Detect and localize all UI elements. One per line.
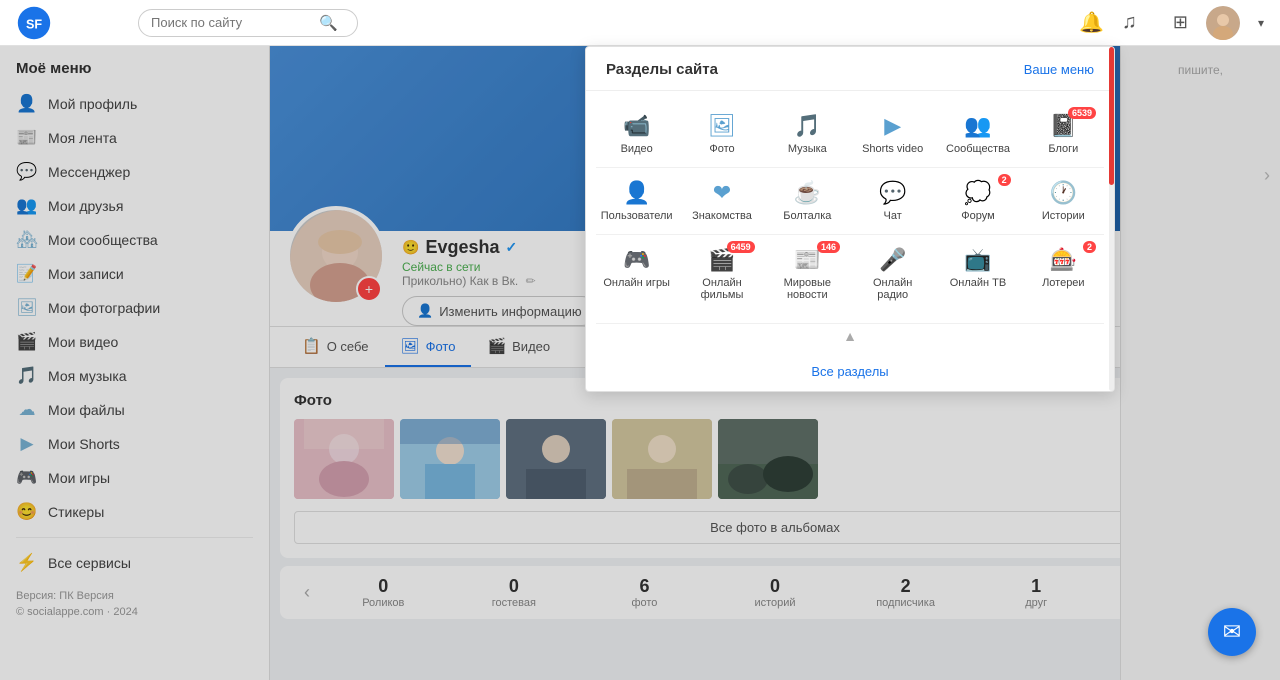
dropdown-icon-10: 💭: [964, 180, 991, 206]
dropdown-collapse-icon[interactable]: ▲: [843, 328, 857, 344]
chat-fab-button[interactable]: ✉: [1208, 608, 1256, 656]
logo: SF: [16, 5, 126, 41]
dropdown-row-divider-2: [596, 234, 1104, 235]
music-icon[interactable]: ♫: [1122, 11, 1137, 34]
dropdown-label-16: Онлайн ТВ: [950, 277, 1007, 289]
badge-10: 2: [998, 174, 1011, 186]
dropdown-label-15: Онлайн радио: [856, 277, 929, 301]
my-menu-link[interactable]: Ваше меню: [1024, 62, 1094, 77]
dropdown-label-13: Онлайн фильмы: [685, 277, 758, 301]
search-input[interactable]: [151, 15, 311, 30]
dropdown-item-музыка[interactable]: 🎵 Музыка: [767, 105, 848, 163]
dropdown-item-фото[interactable]: 🖼 Фото: [681, 105, 762, 163]
dropdown-item-знакомства[interactable]: ❤ Знакомства: [681, 172, 762, 230]
dropdown-icon-7: ❤: [713, 180, 731, 206]
dropdown-item-shorts-video[interactable]: ▶ Shorts video: [852, 105, 933, 163]
dropdown-icon-4: 👥: [964, 113, 991, 139]
badge-17: 2: [1083, 241, 1096, 253]
dropdown-icon-17: 🎰: [1050, 247, 1077, 273]
dropdown-label-5: Блоги: [1048, 143, 1078, 155]
dropdown-icon-0: 📹: [623, 113, 650, 139]
dropdown-icon-16: 📺: [964, 247, 991, 273]
header: SF 🔍 🔔 ♫ ⊞ ▾: [0, 0, 1280, 46]
dropdown-label-1: Фото: [709, 143, 734, 155]
search-bar[interactable]: 🔍: [138, 9, 358, 37]
dropdown-label-6: Пользователи: [601, 210, 673, 222]
dropdown-item-онлайн-игры[interactable]: 🎮 Онлайн игры: [596, 239, 677, 309]
dropdown-item-болталка[interactable]: ☕ Болталка: [767, 172, 848, 230]
dropdown-icon-1: 🖼: [708, 113, 736, 139]
dropdown-label-4: Сообщества: [946, 143, 1010, 155]
dropdown-label-12: Онлайн игры: [603, 277, 670, 289]
dropdown-item-онлайн-фильмы[interactable]: 6459🎬Онлайн фильмы: [681, 239, 762, 309]
dropdown-item-видео[interactable]: 📹 Видео: [596, 105, 677, 163]
dropdown-scrollbar-thumb: [1109, 47, 1114, 185]
dropdown-label-8: Болталка: [783, 210, 831, 222]
dropdown-icon-9: 💬: [879, 180, 906, 206]
badge-5: 6539: [1068, 107, 1096, 119]
dropdown-icon-3: ▶: [884, 113, 901, 139]
dropdown-item-форум[interactable]: 2 💭 Форум: [937, 172, 1018, 230]
dropdown-item-чат[interactable]: 💬 Чат: [852, 172, 933, 230]
dropdown-menu: Разделы сайта Ваше меню 📹 Видео 🖼 Фото 🎵 Музы…: [585, 46, 1115, 392]
dropdown-item-пользователи[interactable]: 👤 Пользователи: [596, 172, 677, 230]
dropdown-item-онлайн-тв[interactable]: 📺 Онлайн ТВ: [937, 239, 1018, 309]
dropdown-icon-12: 🎮: [623, 247, 650, 273]
dropdown-label-2: Музыка: [788, 143, 827, 155]
dropdown-label-0: Видео: [621, 143, 653, 155]
dropdown-label-7: Знакомства: [692, 210, 752, 222]
dropdown-icon-15: 🎤: [879, 247, 906, 273]
dropdown-grid: 📹 Видео 🖼 Фото 🎵 Музыка ▶ Shorts video 👥 Сообщест…: [586, 91, 1114, 323]
dropdown-label-3: Shorts video: [862, 143, 923, 155]
dropdown-label-11: Истории: [1042, 210, 1085, 222]
dropdown-label-14: Мировые новости: [771, 277, 844, 301]
avatar[interactable]: [1206, 6, 1240, 40]
dropdown-item-сообщества[interactable]: 👥 Сообщества: [937, 105, 1018, 163]
dropdown-label-10: Форум: [961, 210, 994, 222]
all-sections-link[interactable]: Все разделы: [586, 352, 1114, 391]
dropdown-icon-14: 📰: [794, 247, 821, 273]
dropdown-icon-8: ☕: [794, 180, 821, 206]
dropdown-icon-11: 🕐: [1050, 180, 1077, 206]
search-icon: 🔍: [319, 14, 338, 32]
dropdown-item-истории[interactable]: 🕐 Истории: [1023, 172, 1104, 230]
svg-text:SF: SF: [26, 17, 42, 31]
dropdown-icon-6: 👤: [623, 180, 650, 206]
dropdown-row-divider-1: [596, 167, 1104, 168]
grid-icon[interactable]: ⊞: [1173, 12, 1188, 33]
dropdown-item-мировые-новости[interactable]: 146📰 Мировые новости: [767, 239, 848, 309]
dropdown-scrollbar[interactable]: [1109, 47, 1114, 391]
logo-icon: SF: [16, 5, 52, 41]
dropdown-item-лотереи[interactable]: 2 🎰 Лотереи: [1023, 239, 1104, 309]
dropdown-label-9: Чат: [884, 210, 902, 222]
header-icons: 🔔 ♫ ⊞ ▾: [1079, 6, 1264, 40]
bell-icon[interactable]: 🔔: [1079, 10, 1104, 35]
dropdown-icon-2: 🎵: [794, 113, 821, 139]
chevron-down-icon[interactable]: ▾: [1258, 16, 1264, 30]
dropdown-close-row: ▲: [586, 324, 1114, 352]
dropdown-header: Разделы сайта Ваше меню: [586, 61, 1114, 91]
dropdown-title: Разделы сайта: [606, 61, 718, 78]
dropdown-label-17: Лотереи: [1042, 277, 1085, 289]
badge-13: 6459: [727, 241, 755, 253]
badge-14: 146: [817, 241, 840, 253]
dropdown-item-блоги[interactable]: 6539📓Блоги: [1023, 105, 1104, 163]
dropdown-item-онлайн-радио[interactable]: 🎤 Онлайн радио: [852, 239, 933, 309]
